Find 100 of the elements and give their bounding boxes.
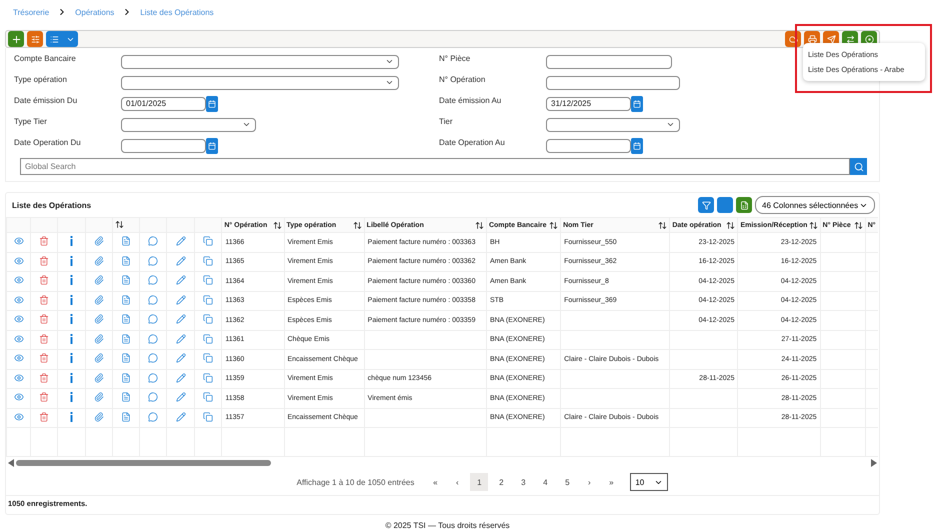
view-icon[interactable] [14, 334, 24, 344]
edit-icon[interactable] [176, 334, 186, 344]
info-icon[interactable] [70, 372, 74, 383]
comment-icon[interactable] [148, 294, 158, 305]
copy-icon[interactable] [203, 314, 214, 324]
copy-icon[interactable] [203, 294, 214, 305]
copy-icon[interactable] [203, 392, 214, 402]
sort-icon[interactable] [854, 220, 863, 230]
delete-icon[interactable] [39, 275, 50, 286]
select-field[interactable] [121, 54, 399, 68]
edit-icon[interactable] [176, 392, 186, 402]
paperclip-icon[interactable] [94, 392, 104, 402]
document-icon[interactable] [121, 334, 132, 344]
search-field[interactable]: Global Search [20, 158, 850, 175]
list-view-button[interactable] [46, 31, 78, 47]
delete-icon[interactable] [39, 256, 50, 266]
paperclip-icon[interactable] [94, 334, 104, 344]
add-button[interactable] [8, 31, 24, 47]
input-field[interactable] [546, 76, 680, 90]
comment-icon[interactable] [148, 372, 158, 383]
document-icon[interactable] [121, 372, 132, 383]
delete-icon[interactable] [39, 294, 50, 305]
paperclip-icon[interactable] [94, 372, 104, 383]
copy-icon[interactable] [203, 334, 214, 344]
view-icon[interactable] [14, 372, 24, 383]
comment-icon[interactable] [148, 256, 158, 266]
filter-button[interactable] [698, 197, 714, 213]
view-icon[interactable] [14, 256, 24, 266]
delete-icon[interactable] [39, 334, 50, 344]
info-icon[interactable] [70, 275, 74, 286]
view-icon[interactable] [14, 294, 24, 305]
info-icon[interactable] [70, 334, 74, 344]
view-icon[interactable] [14, 236, 24, 246]
paperclip-icon[interactable] [94, 314, 104, 324]
date-field[interactable]: 31/12/2025 [546, 96, 631, 110]
comment-icon[interactable] [148, 412, 158, 422]
page-button[interactable]: 5 [558, 473, 576, 491]
edit-icon[interactable] [176, 412, 186, 422]
copy-icon[interactable] [203, 256, 214, 266]
comment-icon[interactable] [148, 353, 158, 364]
calendar-button[interactable] [631, 138, 643, 154]
comment-icon[interactable] [148, 314, 158, 324]
previous-page-button[interactable]: ‹ [448, 473, 466, 491]
date-field[interactable] [546, 138, 631, 152]
date-field[interactable] [121, 138, 206, 152]
edit-icon[interactable] [176, 256, 186, 266]
paperclip-icon[interactable] [94, 275, 104, 286]
edit-icon[interactable] [176, 294, 186, 305]
paperclip-icon[interactable] [94, 256, 104, 266]
info-icon[interactable] [70, 256, 74, 266]
blank-button[interactable] [717, 197, 733, 213]
sort-icon[interactable] [549, 220, 558, 230]
copy-icon[interactable] [203, 412, 214, 422]
document-icon[interactable] [121, 294, 132, 305]
copy-icon[interactable] [203, 275, 214, 286]
sort-icon[interactable] [352, 220, 362, 230]
edit-icon[interactable] [176, 314, 186, 324]
sort-icon[interactable] [474, 220, 484, 230]
paperclip-icon[interactable] [94, 236, 104, 246]
sort-icon[interactable] [115, 220, 124, 228]
sort-icon[interactable] [808, 220, 818, 230]
document-icon[interactable] [121, 353, 132, 364]
edit-icon[interactable] [176, 275, 186, 286]
horizontal-scrollbar[interactable] [6, 457, 879, 469]
paperclip-icon[interactable] [94, 412, 104, 422]
sort-icon[interactable] [726, 220, 736, 230]
excel-button[interactable] [736, 197, 752, 213]
sliders-button[interactable] [27, 31, 43, 47]
document-icon[interactable] [121, 275, 132, 286]
page-button[interactable]: 2 [492, 473, 510, 491]
document-icon[interactable] [121, 392, 132, 402]
select-field[interactable] [121, 118, 256, 132]
delete-icon[interactable] [39, 314, 50, 324]
info-icon[interactable] [70, 353, 74, 364]
calendar-button[interactable] [206, 138, 218, 154]
first-page-button[interactable]: « [426, 473, 444, 491]
sort-icon[interactable] [658, 220, 668, 230]
page-button[interactable]: 4 [536, 473, 554, 491]
document-icon[interactable] [121, 412, 132, 422]
last-page-button[interactable]: » [602, 473, 620, 491]
comment-icon[interactable] [148, 275, 158, 286]
edit-icon[interactable] [176, 353, 186, 364]
copy-icon[interactable] [203, 236, 214, 246]
delete-icon[interactable] [39, 353, 50, 364]
select-field[interactable] [546, 118, 680, 132]
view-icon[interactable] [14, 314, 24, 324]
next-page-button[interactable]: › [580, 473, 598, 491]
info-icon[interactable] [70, 314, 74, 324]
document-icon[interactable] [121, 236, 132, 246]
info-icon[interactable] [70, 412, 74, 422]
calendar-button[interactable] [206, 96, 218, 112]
date-field[interactable]: 01/01/2025 [121, 96, 206, 110]
document-icon[interactable] [121, 256, 132, 266]
edit-icon[interactable] [176, 236, 186, 246]
comment-icon[interactable] [148, 236, 158, 246]
paperclip-icon[interactable] [94, 294, 104, 305]
columns-select[interactable]: 46 Colonnes sélectionnées [755, 196, 875, 214]
input-field[interactable] [546, 54, 672, 68]
select-field[interactable] [121, 76, 399, 90]
delete-icon[interactable] [39, 236, 50, 246]
